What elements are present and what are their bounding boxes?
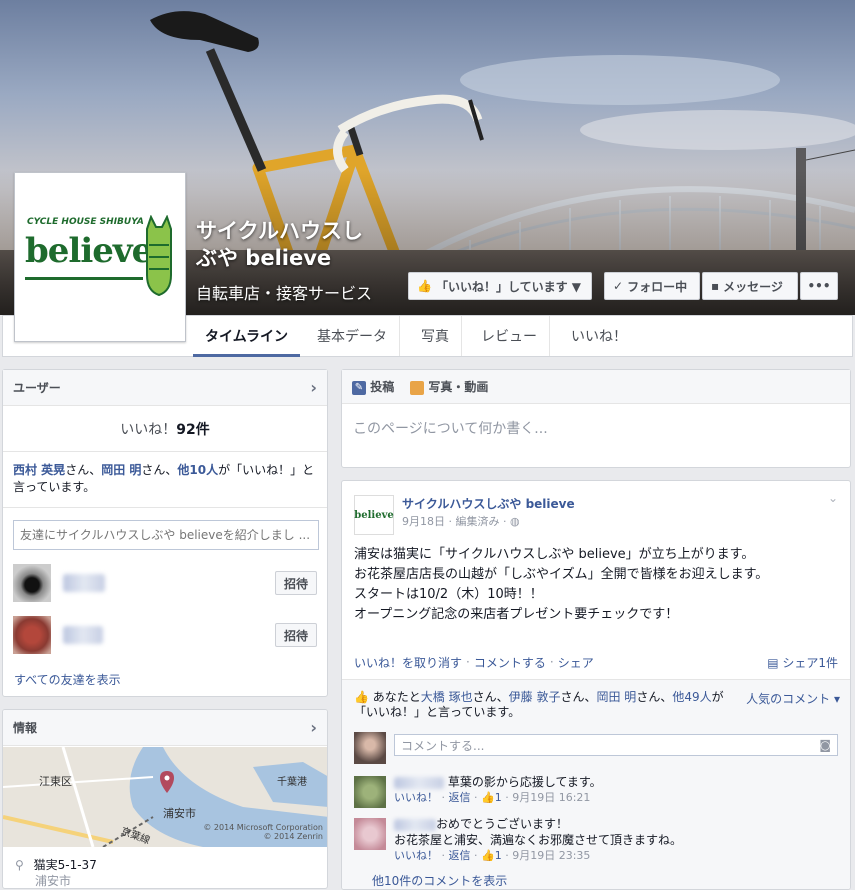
comment-reply-link[interactable]: 返信: [449, 791, 471, 804]
check-icon: ✓: [613, 279, 624, 293]
logo-big-text: believe: [25, 231, 153, 271]
avatar[interactable]: [354, 818, 386, 850]
composer-input[interactable]: このページについて何か書く...: [342, 404, 850, 452]
liked-button[interactable]: 👍 「いいね！」しています ▼: [408, 272, 592, 300]
page-category: 自転車店・接客サービス: [196, 284, 373, 303]
invite-button[interactable]: 招待: [275, 623, 317, 647]
people-header[interactable]: ユーザー ›: [3, 370, 327, 406]
post-options-chevron-icon[interactable]: ⌄: [828, 491, 838, 505]
tab-timeline[interactable]: タイムライン: [193, 316, 301, 357]
post-text: 浦安は猫実に「サイクルハウスしぶや believe」が立ち上がります。 お花茶屋…: [354, 547, 769, 622]
liker-link[interactable]: 岡田 明: [596, 690, 636, 704]
blurred-name[interactable]: [394, 776, 444, 789]
address: ⚲ 猫実5-1-37: [15, 858, 97, 872]
info-header[interactable]: 情報 ›: [3, 710, 327, 746]
friend-link[interactable]: 岡田 明: [101, 463, 141, 477]
see-all-friends-link[interactable]: すべての友達を表示: [14, 671, 121, 688]
invite-search-input[interactable]: [13, 520, 319, 550]
thumbs-up-icon: 👍: [481, 791, 495, 804]
liker-link[interactable]: 大橋 琢也: [421, 690, 473, 704]
post-actions: いいね！を取り消す · コメントする · シェア ▤ シェア1件: [354, 654, 838, 671]
post-feedback: 👍 あなたと大橋 琢也さん、伊藤 敦子さん、岡田 明さん、他49人が「いいね！」…: [342, 679, 850, 889]
unlike-link[interactable]: いいね！を取り消す: [354, 654, 462, 671]
post-date-link[interactable]: 9月18日: [402, 515, 445, 528]
post-author-link[interactable]: サイクルハウスしぶや believe: [402, 495, 575, 512]
thumbs-up-icon: 👍: [354, 690, 369, 704]
message-button[interactable]: ▪ メッセージ: [702, 272, 798, 300]
profile-picture[interactable]: CYCLE HOUSE SHIBUYA believe: [14, 172, 186, 342]
map[interactable]: 江東区 浦安市 千葉港 京葉線 © 2014 Microsoft Corpora…: [3, 747, 327, 847]
share-count[interactable]: ▤ シェア1件: [767, 654, 838, 671]
post-author-avatar[interactable]: believe: [354, 495, 394, 535]
comment-likes-count[interactable]: 👍1: [481, 791, 502, 804]
avatar[interactable]: [354, 776, 386, 808]
message-icon: ▪: [711, 279, 720, 293]
address-city: 浦安市: [35, 874, 72, 888]
thumbs-up-icon: 👍: [481, 849, 495, 862]
chevron-right-icon: ›: [310, 718, 317, 737]
pencil-icon: ✎: [352, 380, 366, 395]
blurred-name[interactable]: [63, 574, 105, 592]
map-label: 千葉港: [277, 777, 307, 788]
thumbs-up-icon: 👍: [417, 279, 432, 293]
share-link[interactable]: シェア: [558, 654, 594, 671]
avatar[interactable]: [13, 564, 51, 602]
friend-link[interactable]: 西村 英晃: [13, 463, 65, 477]
location-pin-icon: ⚲: [15, 858, 24, 872]
map-label: 浦安市: [163, 807, 196, 820]
globe-icon: ◍: [510, 515, 520, 528]
blurred-name[interactable]: [394, 818, 436, 831]
map-pin-icon: [160, 771, 174, 793]
composer-photo-tab[interactable]: 写真・動画: [410, 378, 488, 395]
comment: おめでとうございます！ お花茶屋と浦安、満遍なくお邪魔させて頂きますね。 いいね…: [394, 817, 683, 862]
comment-timestamp[interactable]: 9月19日 23:35: [512, 849, 590, 862]
logo-small-text: CYCLE HOUSE SHIBUYA: [27, 217, 144, 227]
people-card: ユーザー › いいね！ 92件 西村 英晃さん、岡田 明さん、他10人が「いいね…: [2, 369, 328, 697]
comment-input[interactable]: コメントする... ◙: [394, 734, 838, 756]
post-meta: 9月18日 · 編集済み · ◍: [402, 515, 520, 528]
tab-about[interactable]: 基本データ: [305, 316, 400, 356]
more-button[interactable]: •••: [800, 272, 838, 300]
map-copyright: © 2014 Microsoft Corporation © 2014 Zenr…: [203, 823, 323, 841]
avatar[interactable]: [354, 732, 386, 764]
comment-like-link[interactable]: いいね！: [394, 849, 438, 862]
comment-timestamp[interactable]: 9月19日 16:21: [512, 791, 590, 804]
post-likers: 👍 あなたと大橋 琢也さん、伊藤 敦子さん、岡田 明さん、他49人が「いいね！」…: [354, 690, 724, 719]
tab-likes[interactable]: いいね！: [559, 316, 639, 356]
friends-like-text: 西村 英晃さん、岡田 明さん、他10人が「いいね！」と言っています。: [3, 452, 327, 508]
avatar[interactable]: [13, 616, 51, 654]
others-link[interactable]: 他10人: [177, 463, 218, 477]
comment-link[interactable]: コメントする: [474, 654, 546, 671]
cat-logo-icon: [146, 215, 172, 297]
info-card: 情報 › 江東区 浦安市 千葉港 京葉線 © 2014 Microsoft Co…: [2, 709, 328, 889]
page-title: サイクルハウスし ぶや believe: [196, 219, 363, 270]
timeline-post: believe サイクルハウスしぶや believe 9月18日 · 編集済み …: [341, 480, 851, 890]
others-link[interactable]: 他49人: [672, 690, 711, 704]
chevron-right-icon: ›: [310, 378, 317, 397]
tab-photos[interactable]: 写真: [409, 316, 462, 356]
comment-reply-link[interactable]: 返信: [449, 849, 471, 862]
invite-button[interactable]: 招待: [275, 571, 317, 595]
likes-count-row: いいね！ 92件: [3, 406, 327, 452]
map-label: 江東区: [39, 775, 72, 788]
composer-post-tab[interactable]: ✎ 投稿: [352, 378, 394, 395]
tab-reviews[interactable]: レビュー: [469, 316, 550, 356]
follow-button[interactable]: ✓ フォロー中: [604, 272, 700, 300]
share-icon: ▤: [767, 655, 779, 670]
comment: 草葉の影から応援してます。 いいね！ · 返信 · 👍1 · 9月19日 16:…: [394, 775, 602, 804]
composer: ✎ 投稿 写真・動画 このページについて何か書く...: [341, 369, 851, 468]
comment-likes-count[interactable]: 👍1: [481, 849, 502, 862]
top-comments-dropdown[interactable]: 人気のコメント ▾: [746, 690, 840, 707]
photo-icon: [410, 380, 425, 395]
liker-link[interactable]: 伊藤 敦子: [509, 690, 561, 704]
camera-icon[interactable]: ◙: [819, 738, 831, 752]
comment-like-link[interactable]: いいね！: [394, 791, 438, 804]
blurred-name[interactable]: [63, 626, 103, 644]
composer-tabs: ✎ 投稿 写真・動画: [342, 370, 850, 404]
more-comments-link[interactable]: 他10件のコメントを表示: [372, 872, 507, 889]
logo-underline: [25, 277, 143, 280]
